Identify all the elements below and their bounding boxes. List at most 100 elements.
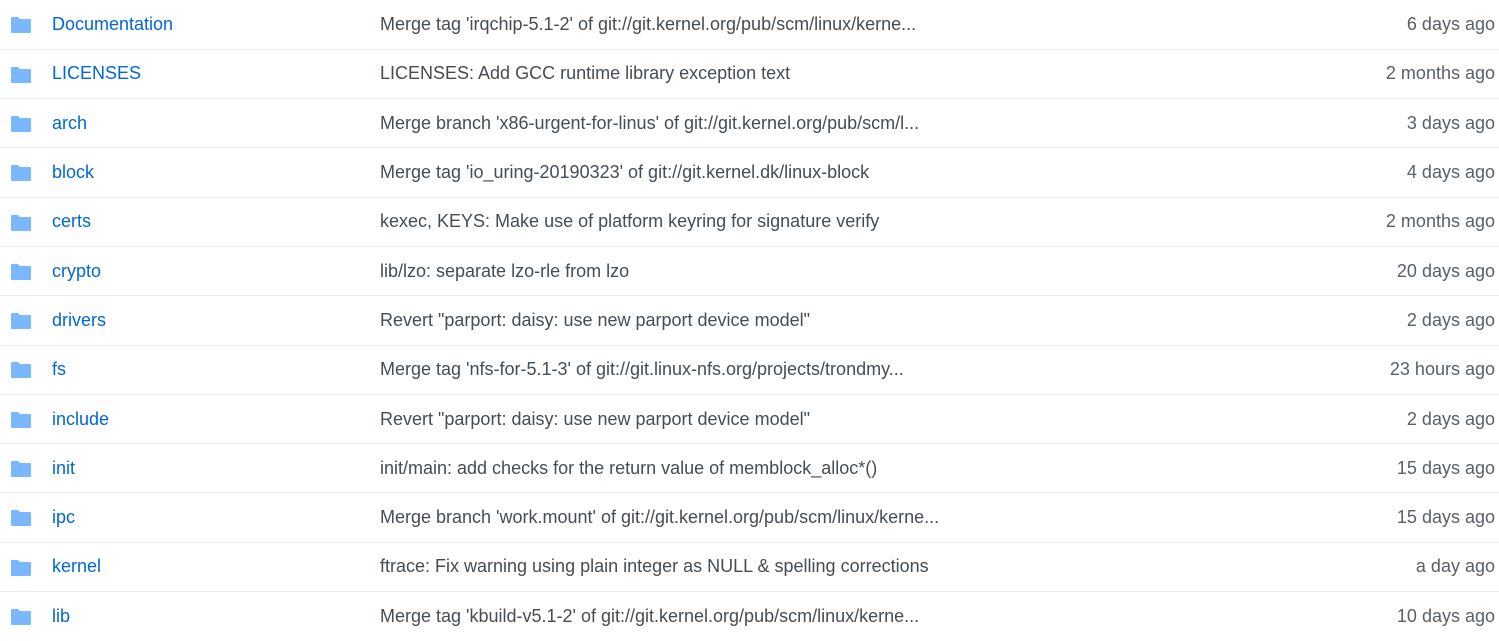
commit-age: 6 days ago <box>1406 13 1495 34</box>
commit-age: 2 months ago <box>1385 211 1495 232</box>
folder-name-link[interactable]: crypto <box>52 261 101 281</box>
icon-cell <box>0 245 52 296</box>
commit-age: 15 days ago <box>1396 507 1495 528</box>
folder-icon <box>10 509 32 527</box>
table-row: LICENSES LICENSES: Add GCC runtime libra… <box>0 48 1499 99</box>
message-cell: Merge tag 'irqchip-5.1-2' of git://git.k… <box>380 0 1280 49</box>
commit-message-link[interactable]: Merge branch 'x86-urgent-for-linus' of g… <box>380 113 919 133</box>
name-cell: arch <box>52 98 380 148</box>
message-cell: Merge tag 'nfs-for-5.1-3' of git://git.l… <box>380 344 1280 395</box>
folder-icon <box>10 16 32 34</box>
folder-icon <box>10 460 32 478</box>
table-row: include Revert "parport: daisy: use new … <box>0 393 1499 444</box>
table-row: kernel ftrace: Fix warning using plain i… <box>0 541 1499 592</box>
table-row: init init/main: add checks for the retur… <box>0 443 1499 493</box>
commit-age: a day ago <box>1415 556 1495 577</box>
table-row: block Merge tag 'io_uring-20190323' of g… <box>0 147 1499 198</box>
folder-name-link[interactable]: LICENSES <box>52 63 141 83</box>
commit-message-link[interactable]: Merge tag 'kbuild-v5.1-2' of git://git.k… <box>380 606 919 626</box>
folder-name-link[interactable]: ipc <box>52 507 75 527</box>
icon-cell <box>0 344 52 395</box>
folder-name-link[interactable]: block <box>52 162 94 182</box>
icon-cell <box>0 443 52 493</box>
commit-message-link[interactable]: Revert "parport: daisy: use new parport … <box>380 310 810 330</box>
name-cell: init <box>52 443 380 493</box>
message-cell: Merge branch 'x86-urgent-for-linus' of g… <box>380 98 1280 148</box>
commit-message-link[interactable]: lib/lzo: separate lzo-rle from lzo <box>380 261 629 281</box>
message-cell: Merge branch 'work.mount' of git://git.k… <box>380 492 1280 543</box>
commit-message-link[interactable]: Merge tag 'io_uring-20190323' of git://g… <box>380 162 869 182</box>
icon-cell <box>0 295 52 346</box>
age-cell: 2 days ago <box>1280 393 1499 444</box>
commit-age: 4 days ago <box>1406 162 1495 183</box>
table-row: ipc Merge branch 'work.mount' of git://g… <box>0 492 1499 543</box>
age-cell: 2 months ago <box>1280 48 1499 99</box>
age-cell: 6 days ago <box>1280 0 1499 49</box>
commit-message-link[interactable]: Merge tag 'irqchip-5.1-2' of git://git.k… <box>380 14 916 34</box>
folder-name-link[interactable]: kernel <box>52 556 101 576</box>
commit-message-link[interactable]: ftrace: Fix warning using plain integer … <box>380 556 929 576</box>
commit-message-link[interactable]: Merge tag 'nfs-for-5.1-3' of git://git.l… <box>380 359 904 379</box>
commit-message-link[interactable]: Merge branch 'work.mount' of git://git.k… <box>380 507 939 527</box>
folder-icon <box>10 164 32 182</box>
folder-name-link[interactable]: arch <box>52 113 87 133</box>
commit-message-link[interactable]: init/main: add checks for the return val… <box>380 458 877 478</box>
folder-name-link[interactable]: include <box>52 409 109 429</box>
folder-name-link[interactable]: Documentation <box>52 14 173 34</box>
message-cell: kexec, KEYS: Make use of platform keyrin… <box>380 196 1280 247</box>
age-cell: 4 days ago <box>1280 147 1499 198</box>
file-list-table: Documentation Merge tag 'irqchip-5.1-2' … <box>0 0 1499 641</box>
icon-cell <box>0 147 52 198</box>
folder-icon <box>10 361 32 379</box>
table-row: lib Merge tag 'kbuild-v5.1-2' of git://g… <box>0 591 1499 641</box>
name-cell: certs <box>52 196 380 247</box>
message-cell: Merge tag 'kbuild-v5.1-2' of git://git.k… <box>380 591 1280 641</box>
folder-name-link[interactable]: drivers <box>52 310 106 330</box>
folder-icon <box>10 263 32 281</box>
folder-icon <box>10 411 32 429</box>
message-cell: LICENSES: Add GCC runtime library except… <box>380 48 1280 99</box>
age-cell: 10 days ago <box>1280 591 1499 641</box>
age-cell: 3 days ago <box>1280 98 1499 148</box>
folder-icon <box>10 115 32 133</box>
name-cell: Documentation <box>52 0 380 49</box>
name-cell: ipc <box>52 492 380 543</box>
folder-icon <box>10 66 32 84</box>
name-cell: crypto <box>52 245 380 296</box>
message-cell: ftrace: Fix warning using plain integer … <box>380 541 1280 592</box>
name-cell: LICENSES <box>52 48 380 99</box>
age-cell: a day ago <box>1280 541 1499 592</box>
folder-name-link[interactable]: fs <box>52 359 66 379</box>
age-cell: 2 days ago <box>1280 295 1499 346</box>
table-row: drivers Revert "parport: daisy: use new … <box>0 295 1499 346</box>
commit-age: 3 days ago <box>1406 112 1495 133</box>
icon-cell <box>0 196 52 247</box>
icon-cell <box>0 0 52 49</box>
folder-name-link[interactable]: certs <box>52 211 91 231</box>
name-cell: include <box>52 393 380 444</box>
commit-message-link[interactable]: Revert "parport: daisy: use new parport … <box>380 409 810 429</box>
table-row: certs kexec, KEYS: Make use of platform … <box>0 196 1499 247</box>
age-cell: 15 days ago <box>1280 443 1499 493</box>
commit-message-link[interactable]: LICENSES: Add GCC runtime library except… <box>380 63 790 83</box>
message-cell: Revert "parport: daisy: use new parport … <box>380 295 1280 346</box>
table-row: Documentation Merge tag 'irqchip-5.1-2' … <box>0 0 1499 49</box>
icon-cell <box>0 48 52 99</box>
commit-message-link[interactable]: kexec, KEYS: Make use of platform keyrin… <box>380 211 879 231</box>
message-cell: Merge tag 'io_uring-20190323' of git://g… <box>380 147 1280 198</box>
name-cell: fs <box>52 344 380 395</box>
file-list-body: Documentation Merge tag 'irqchip-5.1-2' … <box>0 0 1499 641</box>
folder-icon <box>10 559 32 577</box>
folder-name-link[interactable]: lib <box>52 606 70 626</box>
name-cell: kernel <box>52 541 380 592</box>
age-cell: 20 days ago <box>1280 245 1499 296</box>
message-cell: lib/lzo: separate lzo-rle from lzo <box>380 245 1280 296</box>
table-row: crypto lib/lzo: separate lzo-rle from lz… <box>0 245 1499 296</box>
name-cell: block <box>52 147 380 198</box>
folder-name-link[interactable]: init <box>52 458 75 478</box>
commit-age: 20 days ago <box>1396 260 1495 281</box>
table-row: fs Merge tag 'nfs-for-5.1-3' of git://gi… <box>0 344 1499 395</box>
commit-age: 15 days ago <box>1396 457 1495 478</box>
folder-icon <box>10 312 32 330</box>
folder-icon <box>10 608 32 626</box>
